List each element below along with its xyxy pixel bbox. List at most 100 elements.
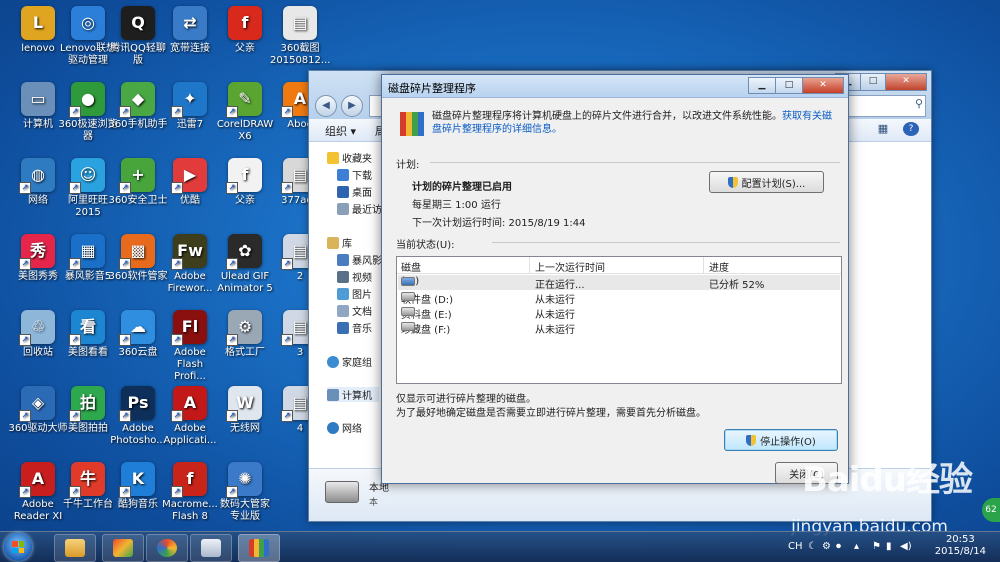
close-icon[interactable]: ✕: [885, 73, 927, 91]
disk-row[interactable]: 资料盘 (E:) 从未运行: [398, 305, 840, 321]
desktop-icon[interactable]: K ↗ 酷狗音乐: [108, 462, 168, 511]
clock[interactable]: 20:53 2015/8/14: [935, 534, 986, 558]
network-status-icon[interactable]: ▮: [886, 541, 892, 552]
desktop-icon[interactable]: W ↗ 无线网: [215, 386, 275, 435]
organize-menu[interactable]: 组织 ▾: [325, 123, 356, 139]
desktop-icon-label: 格式工厂: [225, 347, 265, 358]
desktop-icon-label: 360云盘: [118, 347, 158, 358]
expand-tray-icon[interactable]: ▴: [854, 541, 859, 552]
desktop-icon[interactable]: f 父亲: [215, 6, 275, 55]
shortcut-arrow-icon: ↗: [281, 334, 293, 346]
app-icon: K ↗: [119, 462, 155, 498]
back-arrow-icon[interactable]: ◀: [315, 95, 337, 117]
language-indicator[interactable]: CH: [788, 541, 803, 552]
ime-icon[interactable]: ☾: [808, 541, 817, 552]
taskbar-paint[interactable]: [190, 534, 232, 562]
help-icon[interactable]: ?: [903, 122, 919, 136]
app-icon: ▩ ↗: [119, 234, 155, 270]
desktop-icon[interactable]: f ↗ 父亲: [215, 158, 275, 207]
explorer-window-buttons: ▁ □ ✕: [835, 73, 927, 91]
desktop-icon[interactable]: ✿ ↗ Ulead GIF Animator 5: [215, 234, 275, 295]
desktop-icon[interactable]: ▤ 360截图20150812...: [270, 6, 330, 67]
app-icon: ⇄: [173, 6, 207, 40]
shortcut-arrow-icon: ↗: [171, 410, 183, 422]
desktop-icon[interactable]: ◆ ↗ 360手机助手: [108, 82, 168, 131]
desktop-icon[interactable]: f ↗ Macrome... Flash 8: [160, 462, 220, 523]
column-progress[interactable]: 进度: [709, 259, 729, 274]
app-icon: ◎: [71, 6, 105, 40]
shortcut-arrow-icon: ↗: [281, 182, 293, 194]
desktop-icon[interactable]: A ↗ Adobe Applicati...: [160, 386, 220, 447]
stop-operation-button[interactable]: 停止操作(O): [724, 429, 838, 451]
desktop-icon[interactable]: ⇄ 宽带连接: [160, 6, 220, 55]
disk-name: 资料盘 (E:): [401, 306, 452, 321]
app-icon: A ↗: [171, 386, 207, 422]
shortcut-arrow-icon: ↗: [119, 334, 131, 346]
disk-row[interactable]: (C:) 正在运行... 已分析 52%: [398, 275, 840, 291]
nav-libraries[interactable]: 库: [327, 235, 352, 250]
settings-icon[interactable]: ⚙: [822, 541, 831, 552]
desktop-icon[interactable]: ▶ ↗ 优酷: [160, 158, 220, 207]
shortcut-arrow-icon: ↗: [226, 182, 238, 194]
desktop-icon[interactable]: Ps ↗ Adobe Photosho...: [108, 386, 168, 447]
maximize-icon[interactable]: □: [860, 73, 886, 91]
column-last-run[interactable]: 上一次运行时间: [535, 259, 605, 274]
desktop-folder-icon: [337, 185, 349, 198]
nav-favorites[interactable]: 收藏夹: [327, 150, 372, 165]
action-center-icon[interactable]: ⚑: [872, 541, 881, 552]
view-options-icon[interactable]: ▦: [875, 122, 891, 136]
taskbar-defrag[interactable]: [238, 534, 280, 562]
desktop-icon[interactable]: ✦ ↗ 迅雷7: [160, 82, 220, 131]
desktop-icon[interactable]: Fl ↗ Adobe Flash Profi...: [160, 310, 220, 383]
picture-icon: [337, 287, 349, 300]
folder-icon: [337, 253, 349, 266]
navigation-pane: 收藏夹 下载 桌面 最近访问 库 暴风影视 视频 图片 文档 音乐 家庭组 计算…: [309, 142, 392, 521]
column-disk[interactable]: 磁盘: [401, 259, 421, 274]
side-badge[interactable]: 62: [982, 498, 1000, 522]
app-icon: ☁ ↗: [119, 310, 155, 346]
forward-arrow-icon[interactable]: ▶: [341, 95, 363, 117]
nav-desktop[interactable]: 桌面: [337, 184, 372, 199]
search-icon[interactable]: ⚲: [915, 97, 923, 110]
disk-list[interactable]: 磁盘 上一次运行时间 进度 (C:)正在运行...已分析 52%软件盘 (D:)…: [396, 256, 842, 384]
desktop-icon[interactable]: Fw ↗ Adobe Firewor...: [160, 234, 220, 295]
intro-description: 磁盘碎片整理程序将计算机硬盘上的碎片文件进行合并，以改进文件系统性能。: [432, 111, 782, 122]
nav-music[interactable]: 音乐: [337, 320, 372, 335]
maximize-icon[interactable]: □: [775, 77, 803, 94]
taskbar-explorer[interactable]: [54, 534, 96, 562]
nav-pictures[interactable]: 图片: [337, 286, 372, 301]
desktop-icon[interactable]: + ↗ 360安全卫士: [108, 158, 168, 207]
taskbar-360-software[interactable]: [102, 534, 144, 562]
app-icon: 拍 ↗: [69, 386, 105, 422]
close-icon[interactable]: ✕: [802, 77, 844, 94]
microphone-icon[interactable]: ⏺: [836, 541, 841, 552]
shortcut-arrow-icon: ↗: [171, 258, 183, 270]
desktop-icon[interactable]: ✎ ↗ CorelDRAW X6: [215, 82, 275, 143]
nav-documents[interactable]: 文档: [337, 303, 372, 318]
drive-icon: [401, 292, 415, 301]
shortcut-arrow-icon: ↗: [69, 182, 81, 194]
volume-icon[interactable]: ◀): [900, 541, 912, 552]
app-icon: f: [228, 6, 262, 40]
desktop-icon[interactable]: ☁ ↗ 360云盘: [108, 310, 168, 359]
desktop-icon[interactable]: ▩ ↗ 360软件管家: [108, 234, 168, 283]
desktop-icon[interactable]: Q 腾讯QQ轻聊版: [108, 6, 168, 67]
intro-text: 磁盘碎片整理程序将计算机硬盘上的碎片文件进行合并，以改进文件系统性能。获取有关磁…: [432, 110, 837, 136]
desktop-icon-label: 迅雷7: [176, 119, 204, 130]
nav-videos[interactable]: 视频: [337, 269, 372, 284]
last-run: 从未运行: [535, 325, 575, 336]
nav-network[interactable]: 网络: [327, 420, 362, 435]
nav-downloads[interactable]: 下载: [337, 167, 372, 182]
shortcut-arrow-icon: ↗: [119, 182, 131, 194]
configure-schedule-button[interactable]: 配置计划(S)...: [709, 171, 824, 193]
nav-computer[interactable]: 计算机: [327, 387, 379, 402]
desktop-icon[interactable]: ⚙ ↗ 格式工厂: [215, 310, 275, 359]
taskbar-360-browser[interactable]: [146, 534, 188, 562]
disk-row[interactable]: 软件盘 (D:) 从未运行: [398, 290, 840, 306]
start-button[interactable]: [4, 533, 32, 561]
nav-homegroup[interactable]: 家庭组: [327, 354, 372, 369]
disk-row[interactable]: 珍藏盘 (F:) 从未运行: [398, 320, 840, 336]
shortcut-arrow-icon: ↗: [19, 334, 31, 346]
desktop-icon[interactable]: ✺ ↗ 数码大管家 专业版: [215, 462, 275, 523]
minimize-icon[interactable]: ▁: [748, 77, 776, 94]
